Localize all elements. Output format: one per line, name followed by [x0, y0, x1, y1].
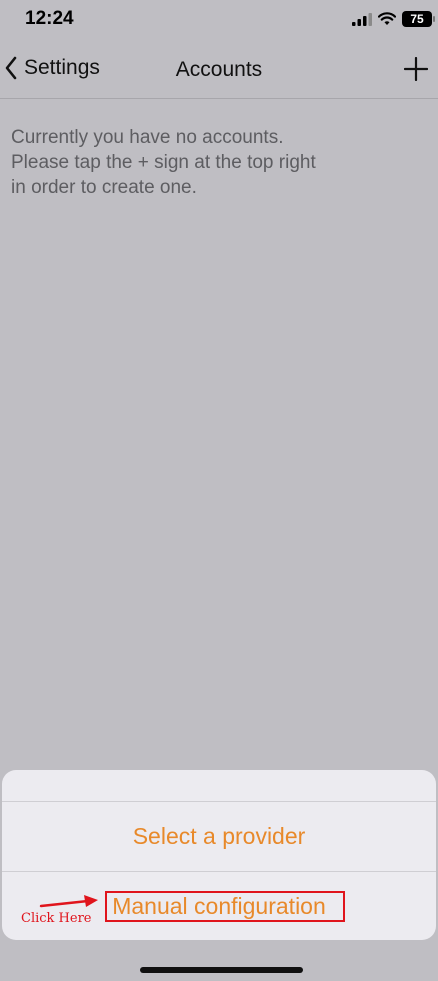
add-account-button[interactable] [403, 56, 429, 86]
wifi-icon [378, 12, 396, 25]
status-time: 12:24 [25, 8, 74, 29]
page-title: Accounts [175, 58, 263, 81]
status-icons: 75 [352, 10, 435, 28]
arrow-right-icon [39, 895, 98, 908]
home-indicator [140, 967, 303, 973]
select-provider-option[interactable]: Select a provider [2, 802, 436, 872]
status-bar: 12:24 75 [0, 0, 438, 44]
battery-icon: 75 [402, 11, 435, 27]
empty-accounts-message: Currently you have no accounts. Please t… [11, 125, 371, 200]
empty-message-line: in order to create one. [11, 177, 197, 198]
action-sheet-header [2, 770, 436, 802]
highlight-box [105, 891, 345, 922]
empty-message-line: Please tap the + sign at the top right [11, 152, 316, 173]
battery-level: 75 [410, 12, 424, 26]
empty-message-line: Currently you have no accounts. [11, 127, 284, 148]
navigation-bar: Settings Accounts [0, 44, 438, 99]
plus-icon [403, 56, 429, 82]
click-here-label: Click Here [21, 911, 92, 926]
signal-icon [352, 13, 372, 26]
